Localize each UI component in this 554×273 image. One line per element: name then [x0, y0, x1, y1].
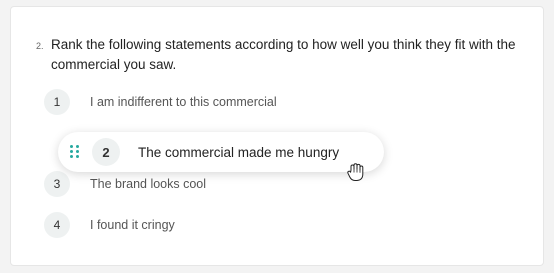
- drag-handle-icon[interactable]: [70, 145, 80, 159]
- question-text: Rank the following statements according …: [51, 37, 516, 72]
- rank-badge: 2: [92, 138, 120, 166]
- rank-item-1[interactable]: 1 I am indifferent to this commercial: [44, 88, 277, 116]
- dragging-rank-item[interactable]: 2 The commercial made me hungry: [58, 132, 384, 172]
- rank-item-label: I found it cringy: [90, 218, 175, 232]
- rank-item-3[interactable]: 3 The brand looks cool: [44, 170, 206, 198]
- rank-badge: 1: [44, 89, 70, 115]
- rank-item-label: I am indifferent to this commercial: [90, 95, 277, 109]
- question-number: 2.: [36, 41, 44, 51]
- rank-badge: 4: [44, 212, 70, 238]
- rank-item-label: The commercial made me hungry: [138, 144, 340, 160]
- rank-item-label: The brand looks cool: [90, 177, 207, 191]
- rank-item-4[interactable]: 4 I found it cringy: [44, 211, 175, 239]
- grab-hand-cursor-icon: [347, 163, 364, 181]
- rank-badge: 3: [44, 171, 70, 197]
